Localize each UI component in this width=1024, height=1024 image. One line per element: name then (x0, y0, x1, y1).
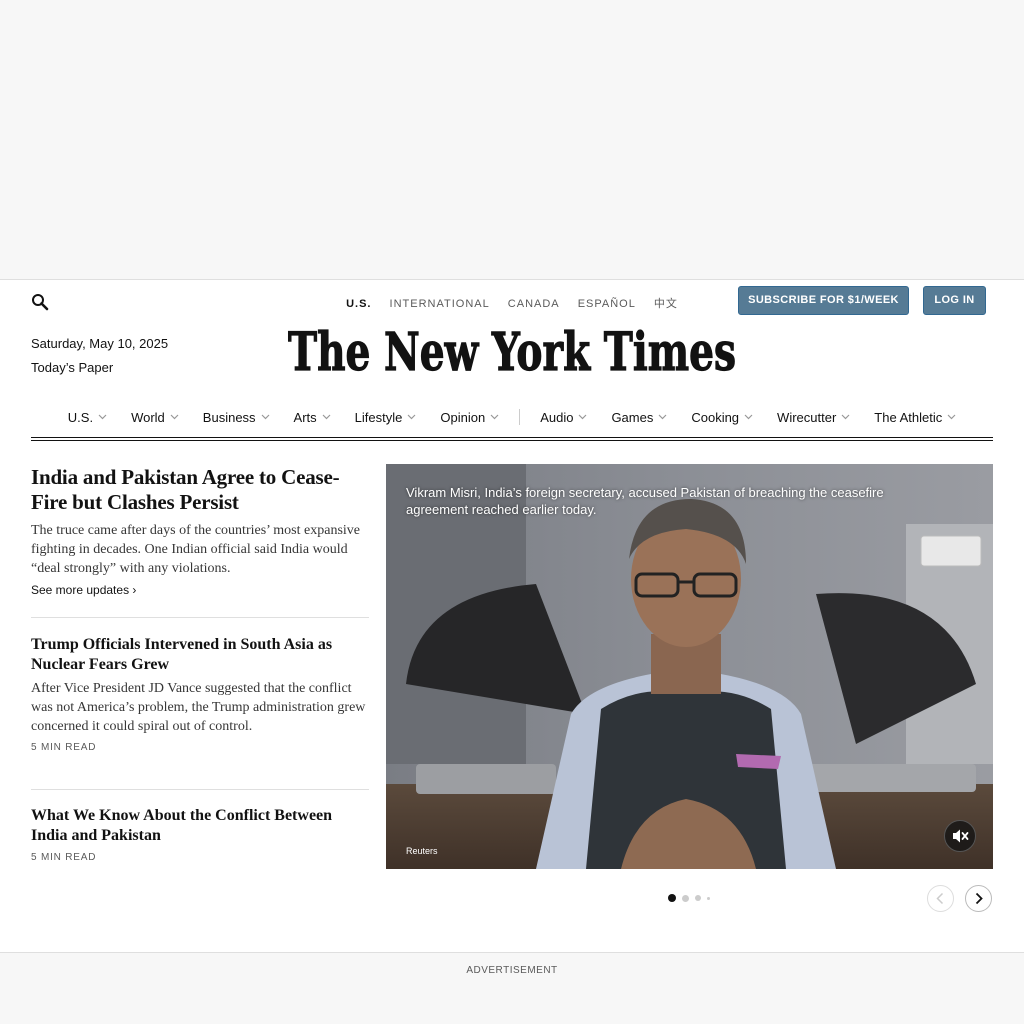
nav-separator (519, 409, 521, 425)
nav-item-label: Lifestyle (354, 409, 403, 425)
chevron-down-icon (490, 414, 499, 420)
chevron-left-icon (936, 892, 944, 905)
section-nav: U.S. World Business Arts Lifestyle Opini… (31, 404, 993, 430)
story-divider (31, 617, 369, 618)
story-headline[interactable]: What We Know About the Conflict Between … (31, 806, 369, 846)
nav-item-cooking[interactable]: Cooking (691, 410, 753, 425)
edition-espanol[interactable]: ESPAÑOL (578, 298, 636, 310)
nav-item-label: Audio (540, 409, 574, 425)
chevron-down-icon (658, 414, 667, 420)
edition-us[interactable]: U.S. (346, 298, 371, 310)
chevron-down-icon (261, 414, 269, 420)
chevron-down-icon (744, 414, 753, 420)
mute-icon (953, 829, 969, 843)
nav-item-world[interactable]: World (131, 410, 179, 425)
nav-item-label: World (131, 409, 165, 425)
nav-item-opinion[interactable]: Opinion (440, 410, 499, 425)
carousel-dot[interactable] (682, 894, 689, 902)
edition-international[interactable]: INTERNATIONAL (390, 298, 490, 310)
nav-item-games[interactable]: Games (611, 410, 667, 425)
see-more-updates-link[interactable]: See more updates › (31, 583, 369, 597)
nav-item-arts[interactable]: Arts (294, 410, 331, 425)
carousel-prev-button[interactable] (927, 885, 954, 912)
carousel-next-button[interactable] (965, 885, 992, 912)
nav-item-us[interactable]: U.S. (68, 410, 107, 425)
top-ad-slot (0, 0, 1024, 280)
chevron-down-icon (170, 414, 179, 420)
chevron-down-icon (322, 414, 331, 420)
story-summary[interactable]: After Vice President JD Vance suggested … (31, 679, 369, 736)
lead-story: India and Pakistan Agree to Cease-Fire b… (31, 465, 369, 597)
mute-button[interactable] (944, 820, 976, 852)
nav-item-label: U.S. (67, 409, 94, 425)
nav-item-label: Wirecutter (777, 409, 837, 425)
video-frame (386, 464, 993, 869)
nav-item-label: Arts (293, 409, 317, 425)
masthead-text: The New York Times (288, 322, 736, 383)
carousel-dot[interactable] (695, 895, 701, 901)
chevron-down-icon (407, 414, 416, 420)
story-item: Trump Officials Intervened in South Asia… (31, 635, 369, 753)
nav-item-lifestyle[interactable]: Lifestyle (355, 410, 417, 425)
carousel-dot[interactable] (668, 894, 676, 902)
nav-item-label: Games (611, 409, 654, 425)
nav-item-the-athletic[interactable]: The Athletic (874, 410, 956, 425)
story-divider (31, 789, 369, 790)
todays-paper-link[interactable]: Today’s Paper (31, 360, 113, 375)
chevron-right-icon (975, 892, 983, 905)
lead-video[interactable]: Vikram Misri, India’s foreign secretary,… (386, 464, 993, 869)
nav-item-label: Cooking (691, 409, 740, 425)
story-headline[interactable]: Trump Officials Intervened in South Asia… (31, 635, 369, 675)
subscribe-button[interactable]: SUBSCRIBE FOR $1/WEEK (738, 286, 909, 315)
read-time: 5 MIN READ (31, 852, 97, 863)
edition-canada[interactable]: CANADA (508, 298, 560, 310)
chevron-down-icon (947, 414, 956, 420)
story-headline[interactable]: India and Pakistan Agree to Cease-Fire b… (31, 465, 369, 515)
video-caption: Vikram Misri, India’s foreign secretary,… (406, 485, 884, 517)
photo-credit: Reuters (406, 846, 438, 856)
chevron-down-icon (841, 414, 850, 420)
nav-item-business[interactable]: Business (203, 410, 270, 425)
story-summary[interactable]: The truce came after days of the countri… (31, 521, 369, 578)
masthead-logo[interactable]: The New York Times (287, 318, 737, 388)
nav-item-audio[interactable]: Audio (540, 410, 587, 425)
login-button[interactable]: LOG IN (923, 286, 986, 315)
edition-chinese[interactable]: 中文 (654, 295, 678, 311)
nav-double-rule (31, 437, 993, 441)
nav-item-label: The Athletic (874, 409, 943, 425)
chevron-down-icon (98, 414, 107, 420)
carousel-pagination (668, 894, 716, 902)
read-time: 5 MIN READ (31, 742, 97, 753)
nav-item-wirecutter[interactable]: Wirecutter (777, 410, 850, 425)
nav-item-label: Opinion (440, 409, 486, 425)
chevron-down-icon (579, 414, 587, 420)
bottom-ad-slot: ADVERTISEMENT (0, 952, 1024, 1024)
story-item: What We Know About the Conflict Between … (31, 806, 369, 863)
carousel-dot[interactable] (707, 896, 710, 900)
date-line: Saturday, May 10, 2025 (31, 336, 169, 351)
nav-item-label: Business (202, 409, 256, 425)
advertisement-label: ADVERTISEMENT (466, 965, 558, 976)
